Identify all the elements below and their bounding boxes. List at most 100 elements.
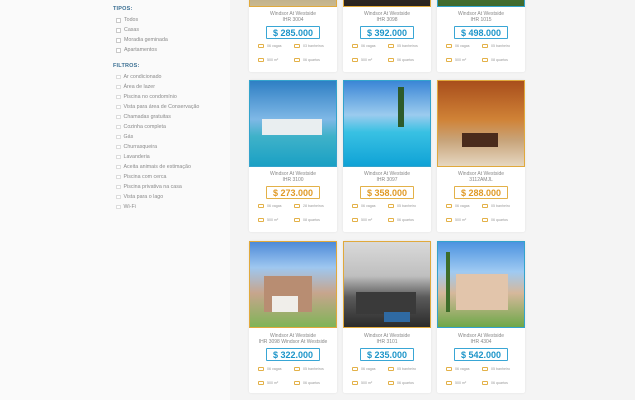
checkbox-icon [116, 84, 121, 90]
parking-feature: 06 vagas [352, 367, 376, 371]
area-icon [352, 58, 358, 62]
property-price[interactable]: $ 498.000 [454, 26, 508, 39]
bath-feature: 28 banheiros [294, 204, 324, 208]
car-icon [352, 367, 358, 371]
property-photo[interactable] [249, 80, 337, 167]
filter-lake-view[interactable]: Vista para o lago [116, 194, 163, 200]
bed-icon [294, 218, 300, 222]
filter-condo-pool[interactable]: Piscina no condomínio [116, 94, 177, 100]
bedroom-feature: 06 quartos [388, 58, 414, 62]
checkbox-icon [116, 74, 121, 80]
area-feature: 500 m² [352, 218, 372, 222]
property-code: IHR 4304 [470, 339, 492, 345]
bath-icon [294, 204, 300, 208]
bath-icon [482, 204, 488, 208]
property-card[interactable]: Windsor At Westside IHR 4304 $ 542.000 0… [437, 241, 525, 393]
car-icon [258, 367, 264, 371]
bath-icon [482, 367, 488, 371]
bed-icon [482, 218, 488, 222]
bedroom-feature: 06 quartos [294, 381, 320, 385]
filter-label: Wi-Fi [123, 204, 136, 210]
checkbox-icon [116, 184, 121, 190]
property-price[interactable]: $ 285.000 [266, 26, 320, 39]
bath-icon [482, 44, 488, 48]
filter-laundry[interactable]: Lavanderia [116, 154, 150, 160]
type-option-all[interactable]: Todos [116, 17, 138, 23]
filter-conservation-view[interactable]: Vista para área de Conservação [116, 104, 199, 110]
property-code: IHR 3098 Windsor At Westside [258, 339, 328, 345]
type-option-apartments[interactable]: Apartamentos [116, 47, 157, 53]
parking-feature: 06 vagas [258, 44, 282, 48]
area-icon [352, 381, 358, 385]
area-feature: 500 m² [352, 381, 372, 385]
filter-barbecue[interactable]: Churrasqueira [116, 144, 157, 150]
property-price[interactable]: $ 235.000 [360, 348, 414, 361]
filters-title: FILTROS: [113, 63, 140, 69]
area-feature: 500 m² [446, 218, 466, 222]
checkbox-icon [116, 37, 121, 43]
property-photo[interactable] [343, 0, 431, 7]
filter-gas[interactable]: Gás [116, 134, 133, 140]
property-photo[interactable] [437, 0, 525, 7]
type-label: Moradia geminada [124, 37, 168, 43]
filter-free-calls[interactable]: Chamadas gratuitas [116, 114, 171, 120]
property-card[interactable]: Windsor At Westside IHR 1015 $ 498.000 0… [437, 0, 525, 72]
type-option-houses[interactable]: Casas [116, 27, 139, 33]
property-card[interactable]: Windsor At Westside IHR 3098 $ 392.000 0… [343, 0, 431, 72]
bath-icon [388, 367, 394, 371]
bath-feature: 03 banheiros [294, 44, 324, 48]
type-option-townhouse[interactable]: Moradia geminada [116, 37, 168, 43]
property-code: IHR 1015 [470, 17, 492, 23]
property-card[interactable]: Windsor At Westside IHR 3004 $ 285.000 0… [249, 0, 337, 72]
bath-feature: 05 banheiro [482, 367, 510, 371]
filter-fenced-pool[interactable]: Piscina com cerca [116, 174, 166, 180]
type-label: Todos [124, 17, 139, 23]
property-price[interactable]: $ 273.000 [266, 186, 320, 199]
area-icon [258, 381, 264, 385]
property-code: 3112AMJL [469, 177, 493, 183]
parking-feature: 06 vagas [258, 204, 282, 208]
property-card[interactable]: Windsor At Westside IHR 3100 $ 273.000 0… [249, 80, 337, 232]
property-photo[interactable] [437, 241, 525, 328]
area-icon [446, 218, 452, 222]
checkbox-icon [116, 204, 121, 210]
property-card[interactable]: Windsor At Westside IHR 3098 Windsor At … [249, 241, 337, 393]
car-icon [446, 204, 452, 208]
property-photo[interactable] [249, 241, 337, 328]
property-photo[interactable] [343, 80, 431, 167]
filter-label: Lavanderia [123, 154, 150, 160]
checkbox-icon [116, 27, 121, 33]
checkbox-icon [116, 17, 121, 23]
filter-pets[interactable]: Aceita animais de estimação [116, 164, 191, 170]
bedroom-feature: 06 quartos [388, 218, 414, 222]
parking-feature: 06 vagas [258, 367, 282, 371]
filter-leisure-area[interactable]: Área de lazer [116, 84, 155, 90]
bed-icon [294, 381, 300, 385]
property-photo[interactable] [437, 80, 525, 167]
property-price[interactable]: $ 542.000 [454, 348, 508, 361]
filter-label: Piscina no condomínio [123, 94, 177, 100]
type-label: Apartamentos [124, 47, 157, 53]
property-price[interactable]: $ 358.000 [360, 186, 414, 199]
property-price[interactable]: $ 392.000 [360, 26, 414, 39]
property-price[interactable]: $ 288.000 [454, 186, 508, 199]
bed-icon [294, 58, 300, 62]
bath-feature: 05 banheiros [388, 44, 418, 48]
filter-private-pool[interactable]: Piscina privativa na casa [116, 184, 182, 190]
checkbox-icon [116, 94, 121, 100]
filter-full-kitchen[interactable]: Cozinha completa [116, 124, 166, 130]
filter-wifi[interactable]: Wi-Fi [116, 204, 136, 210]
bath-icon [388, 44, 394, 48]
property-card[interactable]: Windsor At Westside IHR 3101 $ 235.000 0… [343, 241, 431, 393]
filter-label: Aceita animais de estimação [123, 164, 191, 170]
filter-label: Área de lazer [123, 84, 156, 90]
property-photo[interactable] [343, 241, 431, 328]
property-card[interactable]: Windsor At Westside 3112AMJL $ 288.000 0… [437, 80, 525, 232]
property-card[interactable]: Windsor At Westside IHR 3097 $ 358.000 0… [343, 80, 431, 232]
filter-label: Chamadas gratuitas [123, 114, 171, 120]
filter-air-conditioning[interactable]: Ar condicionado [116, 74, 162, 80]
property-price[interactable]: $ 322.000 [266, 348, 320, 361]
property-photo[interactable] [249, 0, 337, 7]
area-feature: 500 m² [258, 218, 278, 222]
bedroom-feature: 08 quartos [482, 58, 508, 62]
